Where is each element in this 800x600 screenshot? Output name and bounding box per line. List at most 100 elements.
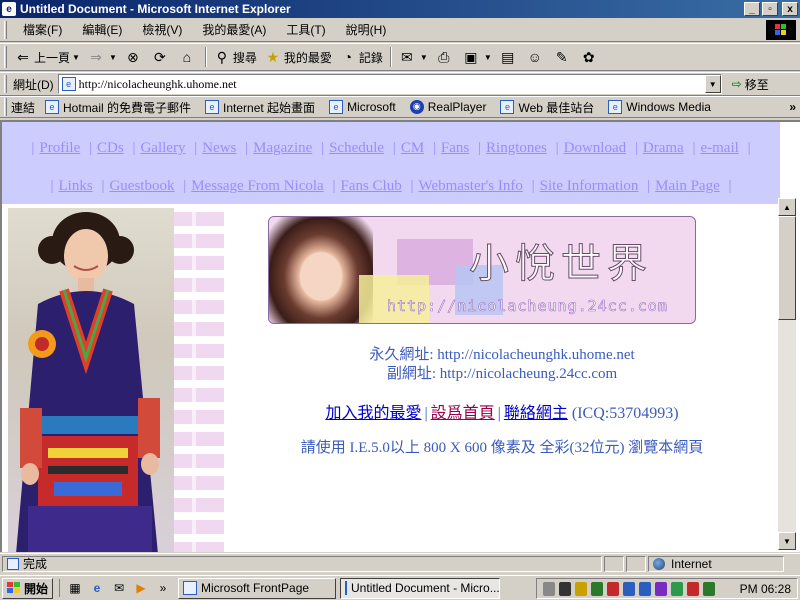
- windows-logo: [766, 20, 796, 40]
- search-button[interactable]: ⚲ 搜尋: [210, 45, 261, 69]
- tray-icon[interactable]: [543, 581, 555, 596]
- nav-drama[interactable]: Drama: [643, 140, 684, 156]
- nav-cm[interactable]: CM: [401, 140, 424, 156]
- menu-view[interactable]: 檢視(V): [132, 21, 192, 38]
- forward-button[interactable]: ⇒ ▼: [84, 45, 121, 69]
- page-icon: e: [205, 100, 220, 114]
- menu-tools[interactable]: 工具(T): [276, 21, 335, 38]
- tray-icon[interactable]: [687, 581, 699, 596]
- nav-cds[interactable]: CDs: [97, 140, 124, 156]
- toolbar-grip[interactable]: [4, 46, 7, 68]
- address-grip[interactable]: [4, 75, 7, 93]
- history-button[interactable]: ◔ 記錄: [336, 45, 387, 69]
- address-field[interactable]: e http://nicolacheunghk.uhome.net ▼: [57, 74, 722, 94]
- refresh-button[interactable]: ⟳: [148, 45, 175, 69]
- maximize-button[interactable]: ▫: [762, 2, 778, 16]
- tray-icon[interactable]: [575, 581, 587, 596]
- vertical-scrollbar[interactable]: ▲ ▼: [778, 198, 796, 550]
- scroll-thumb[interactable]: [778, 216, 796, 320]
- scroll-up-icon[interactable]: ▲: [778, 198, 796, 216]
- mail-dropdown-icon[interactable]: ▼: [420, 53, 428, 62]
- tray-icon[interactable]: [559, 581, 571, 596]
- link-label: Windows Media: [626, 100, 711, 114]
- browser-notice: 請使用 I.E.5.0以上 800 X 600 像素及 全彩(32位元) 瀏覽本…: [300, 440, 704, 456]
- link-internet-start[interactable]: e Internet 起始畫面: [205, 99, 315, 116]
- chat-button[interactable]: ✎: [550, 45, 577, 69]
- link-best-sites[interactable]: e Web 最佳站台: [500, 99, 594, 116]
- stop-button[interactable]: ⊗: [121, 45, 148, 69]
- nav-message-from-nicola[interactable]: Message From Nicola: [191, 178, 323, 194]
- outlook-icon[interactable]: ✉: [110, 579, 128, 597]
- tray-icon[interactable]: [639, 581, 651, 596]
- media-player-icon[interactable]: ▶: [132, 579, 150, 597]
- nav-fans-club[interactable]: Fans Club: [340, 178, 401, 194]
- nav-news[interactable]: News: [202, 140, 236, 156]
- nav-guestbook[interactable]: Guestbook: [109, 178, 174, 194]
- show-desktop-icon[interactable]: ▦: [66, 579, 84, 597]
- menu-help[interactable]: 說明(H): [336, 21, 397, 38]
- menu-edit[interactable]: 編輯(E): [72, 21, 132, 38]
- nav-main-page[interactable]: Main Page: [655, 178, 720, 194]
- back-button[interactable]: ⇐ 上一頁 ▼: [11, 45, 84, 69]
- nav-ringtones[interactable]: Ringtones: [486, 140, 547, 156]
- site-banner[interactable]: 小悅世界 http://nicolacheung.24cc.com: [268, 216, 696, 324]
- menu-favorites[interactable]: 我的最愛(A): [192, 21, 276, 38]
- tray-icon[interactable]: [655, 581, 667, 596]
- nav-gallery[interactable]: Gallery: [140, 140, 185, 156]
- start-button[interactable]: 開始: [2, 577, 54, 599]
- nav-fans[interactable]: Fans: [441, 140, 469, 156]
- go-button[interactable]: ⇨ 移至: [732, 76, 769, 93]
- link-microsoft[interactable]: e Microsoft: [329, 100, 396, 114]
- scroll-down-icon[interactable]: ▼: [778, 532, 796, 550]
- print-button[interactable]: ⎙: [432, 45, 459, 69]
- nav-webmaster-info[interactable]: Webmaster's Info: [419, 178, 523, 194]
- nav-links[interactable]: Links: [59, 178, 93, 194]
- home-button[interactable]: ⌂: [175, 45, 202, 69]
- toolbar-separator: [204, 47, 207, 67]
- close-button[interactable]: x: [782, 2, 798, 16]
- minimize-button[interactable]: _: [744, 2, 760, 16]
- add-favorite-link[interactable]: 加入我的最愛: [325, 405, 421, 422]
- link-realplayer[interactable]: ◉ RealPlayer: [409, 100, 487, 114]
- edit-button[interactable]: ▣ ▼: [459, 45, 496, 69]
- nav-magazine[interactable]: Magazine: [253, 140, 312, 156]
- quick-launch-more-icon[interactable]: »: [154, 579, 172, 597]
- nav-profile[interactable]: Profile: [39, 140, 80, 156]
- edit-dropdown-icon[interactable]: ▼: [484, 53, 492, 62]
- tray-icon[interactable]: [671, 581, 683, 596]
- tray-icon[interactable]: [703, 581, 715, 596]
- link-windows-media[interactable]: e Windows Media: [608, 100, 711, 114]
- links-grip[interactable]: [4, 98, 7, 116]
- address-url[interactable]: http://nicolacheunghk.uhome.net: [79, 77, 705, 92]
- mail-button[interactable]: ✉ ▼: [395, 45, 432, 69]
- nav-site-information[interactable]: Site Information: [540, 178, 639, 194]
- links-more-chevron-icon[interactable]: »: [789, 100, 796, 114]
- discuss-button[interactable]: ▤: [496, 45, 523, 69]
- favorites-button[interactable]: ★ 我的最愛: [261, 45, 336, 69]
- page-icon: e: [61, 77, 76, 91]
- nav-schedule[interactable]: Schedule: [329, 140, 384, 156]
- plugin-button[interactable]: ✿: [577, 45, 604, 69]
- menu-grip[interactable]: [4, 20, 7, 39]
- link-label: RealPlayer: [427, 100, 487, 114]
- nav-email[interactable]: e-mail: [700, 140, 738, 156]
- ie-launch-icon[interactable]: e: [88, 579, 106, 597]
- nav-download[interactable]: Download: [564, 140, 627, 156]
- page-icon: e: [329, 100, 344, 114]
- link-hotmail[interactable]: e Hotmail 的免費電子郵件: [45, 99, 191, 116]
- tray-icon[interactable]: [607, 581, 619, 596]
- forward-dropdown-icon[interactable]: ▼: [109, 53, 117, 62]
- contact-owner-link[interactable]: 聯絡網主: [504, 405, 568, 422]
- favorites-label: 我的最愛: [283, 50, 332, 65]
- tray-icon[interactable]: [591, 581, 603, 596]
- address-dropdown-icon[interactable]: ▼: [704, 75, 721, 93]
- internet-globe-icon: [653, 557, 665, 570]
- set-homepage-link[interactable]: 設爲首頁: [431, 405, 495, 422]
- menu-file[interactable]: 檔案(F): [13, 21, 72, 38]
- messenger-button[interactable]: ☺: [523, 45, 550, 69]
- tray-icon[interactable]: [623, 581, 635, 596]
- task-frontpage[interactable]: Microsoft FrontPage: [178, 577, 337, 599]
- back-dropdown-icon[interactable]: ▼: [72, 53, 80, 62]
- tray-clock[interactable]: PM 06:28: [740, 582, 791, 596]
- task-ie-window[interactable]: Untitled Document - Micro...: [340, 577, 501, 599]
